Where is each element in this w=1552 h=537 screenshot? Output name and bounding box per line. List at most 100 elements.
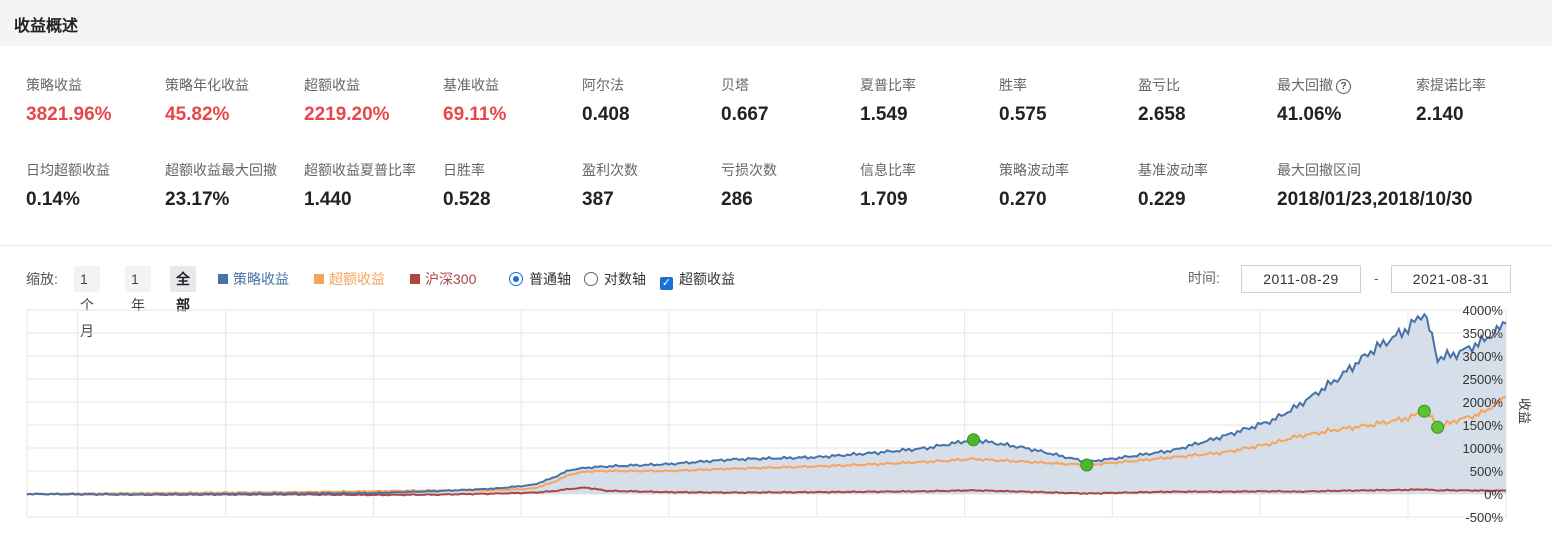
y-tick-label: 4000% xyxy=(1463,303,1504,318)
section-header: 收益概述 xyxy=(0,0,1552,46)
legend-label: 策略收益 xyxy=(233,271,289,287)
metric-label: 最大回撤区间 xyxy=(1277,162,1361,178)
metric-value: 1.440 xyxy=(304,189,352,210)
metric-card: 亏损次数 286 xyxy=(721,160,777,211)
zoom-1-year-button[interactable]: 1年 xyxy=(125,266,151,313)
metric-label: 日胜率 xyxy=(443,162,485,178)
y-axis-title: 收益 xyxy=(1517,398,1532,424)
y-tick-label: 2500% xyxy=(1463,372,1504,387)
metric-card: 策略波动率 0.270 xyxy=(999,160,1069,211)
legend-item-hs300[interactable]: 沪深300 xyxy=(410,266,476,292)
metric-value: 2018/01/23,2018/10/30 xyxy=(1277,189,1473,210)
metric-card: 超额收益 2219.20% xyxy=(304,75,390,126)
start-date-input[interactable]: 2011-08-29 xyxy=(1241,265,1361,293)
y-tick-label: 0% xyxy=(1484,487,1503,502)
metric-value: 1.549 xyxy=(860,104,908,125)
zoom-all-button[interactable]: 全部 xyxy=(170,266,196,313)
metric-value: 387 xyxy=(582,189,614,210)
metric-card: 策略年化收益 45.82% xyxy=(165,75,249,126)
drawdown-marker xyxy=(1417,404,1431,418)
metric-value: 0.575 xyxy=(999,104,1047,125)
metric-card: 超额收益最大回撤 23.17% xyxy=(165,160,277,211)
y-tick-label: 1000% xyxy=(1463,441,1504,456)
legend-item-strategy[interactable]: 策略收益 xyxy=(218,266,289,292)
metric-card: 索提诺比率 2.140 xyxy=(1416,75,1486,126)
y-tick-label: -500% xyxy=(1465,510,1503,525)
radio-selected-icon xyxy=(509,272,523,286)
drawdown-marker xyxy=(1080,458,1094,472)
metric-value: 2.140 xyxy=(1416,104,1464,125)
question-circle-icon[interactable]: ? xyxy=(1336,79,1351,94)
metric-label: 超额收益 xyxy=(304,77,360,93)
radio-unselected-icon xyxy=(584,272,598,286)
metric-value: 0.528 xyxy=(443,189,491,210)
metric-label: 亏损次数 xyxy=(721,162,777,178)
metric-label: 基准波动率 xyxy=(1138,162,1208,178)
metric-value: 0.667 xyxy=(721,104,769,125)
metric-value: 2219.20% xyxy=(304,104,390,125)
checkbox-label: 超额收益 xyxy=(679,271,735,287)
metric-label: 最大回撤 xyxy=(1277,77,1333,93)
metric-value: 23.17% xyxy=(165,189,230,210)
metric-label-row: 最大回撤? xyxy=(1277,75,1351,95)
metric-label: 信息比率 xyxy=(860,162,916,178)
excess-checkbox[interactable]: ✓ 超额收益 xyxy=(660,266,735,292)
metric-value: 286 xyxy=(721,189,753,210)
metric-value: 0.229 xyxy=(1138,189,1186,210)
metric-card: 策略收益 3821.96% xyxy=(26,75,112,126)
time-label: 时间: xyxy=(1188,270,1220,286)
y-tick-label: 2000% xyxy=(1463,395,1504,410)
metric-card: 贝塔 0.667 xyxy=(721,75,769,126)
drawdown-marker xyxy=(1431,420,1445,434)
metric-value: 0.14% xyxy=(26,189,80,210)
metric-value: 1.709 xyxy=(860,189,908,210)
y-tick-label: 500% xyxy=(1470,464,1504,479)
legend-swatch xyxy=(410,274,420,284)
y-tick-label: 1500% xyxy=(1463,418,1504,433)
drawdown-marker xyxy=(966,433,980,447)
y-tick-label: 3500% xyxy=(1463,326,1504,341)
radio-label: 对数轴 xyxy=(604,271,646,287)
zoom-label: 缩放: xyxy=(26,271,58,287)
zoom-1-month-button[interactable]: 1个月 xyxy=(74,266,100,339)
date-separator: - xyxy=(1374,270,1379,286)
log-axis-radio[interactable]: 对数轴 xyxy=(584,266,646,292)
metric-card: 信息比率 1.709 xyxy=(860,160,916,211)
checkbox-checked-icon: ✓ xyxy=(660,277,673,290)
returns-chart[interactable]: 4000% 3500% 3000% 2500% 2000% 1500% 1000% 500% 0… xyxy=(0,300,1552,537)
metric-value: 3821.96% xyxy=(26,104,112,125)
metric-label: 索提诺比率 xyxy=(1416,77,1486,93)
metric-card: 夏普比率 1.549 xyxy=(860,75,916,126)
legend-label: 沪深300 xyxy=(425,271,477,287)
legend-label: 超额收益 xyxy=(329,271,385,287)
metric-value: 0.270 xyxy=(999,189,1047,210)
divider xyxy=(0,245,1552,246)
metric-label: 超额收益最大回撤 xyxy=(165,162,277,178)
metric-label: 策略年化收益 xyxy=(165,77,249,93)
metric-label: 夏普比率 xyxy=(860,77,916,93)
metric-card: 日均超额收益 0.14% xyxy=(26,160,110,211)
metric-label: 盈亏比 xyxy=(1138,77,1180,93)
metric-label: 盈利次数 xyxy=(582,162,638,178)
end-date-input[interactable]: 2021-08-31 xyxy=(1391,265,1511,293)
metric-card: 盈亏比 2.658 xyxy=(1138,75,1186,126)
metric-card: 阿尔法 0.408 xyxy=(582,75,630,126)
metric-label: 胜率 xyxy=(999,77,1027,93)
metric-card: 基准波动率 0.229 xyxy=(1138,160,1208,211)
metric-card: 胜率 0.575 xyxy=(999,75,1047,126)
legend-swatch xyxy=(218,274,228,284)
metric-label: 超额收益夏普比率 xyxy=(304,162,416,178)
metric-value: 2.658 xyxy=(1138,104,1186,125)
metric-label: 日均超额收益 xyxy=(26,162,110,178)
legend-item-excess[interactable]: 超额收益 xyxy=(314,266,385,292)
metric-value: 0.408 xyxy=(582,104,630,125)
metric-label: 策略波动率 xyxy=(999,162,1069,178)
metric-label: 阿尔法 xyxy=(582,77,624,93)
metric-card: 最大回撤? 41.06% xyxy=(1277,75,1351,126)
metric-card: 盈利次数 387 xyxy=(582,160,638,211)
metric-label: 策略收益 xyxy=(26,77,82,93)
metric-card: 日胜率 0.528 xyxy=(443,160,491,211)
section-title: 收益概述 xyxy=(14,18,79,35)
normal-axis-radio[interactable]: 普通轴 xyxy=(509,266,571,292)
legend-swatch xyxy=(314,274,324,284)
